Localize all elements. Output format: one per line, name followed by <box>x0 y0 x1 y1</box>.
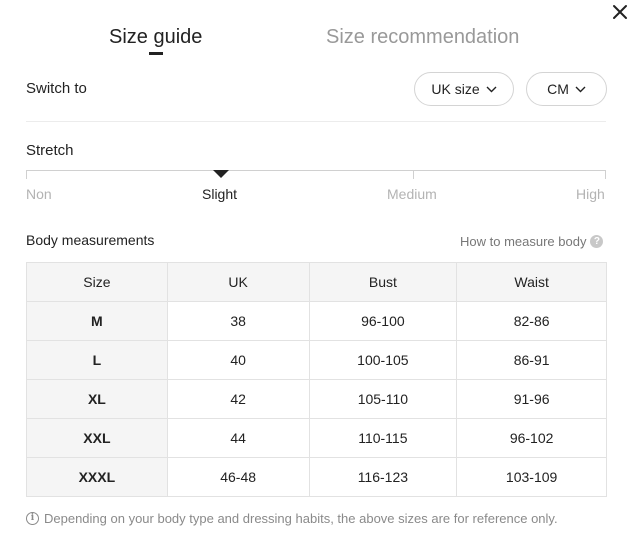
size-cell: L <box>26 340 168 380</box>
waist-cell: 82-86 <box>456 301 607 341</box>
uk-cell: 38 <box>166 301 310 341</box>
question-icon: ? <box>590 235 604 248</box>
how-to-measure-link[interactable]: How to measure body ? <box>460 234 604 249</box>
switch-to-label: Switch to <box>26 80 87 97</box>
table-row: L 40 100-105 86-91 <box>26 340 607 380</box>
header-waist: Waist <box>456 262 607 302</box>
stretch-pointer <box>213 170 229 178</box>
stretch-level-medium: Medium <box>387 186 437 202</box>
size-cell: M <box>26 301 168 341</box>
waist-cell: 91-96 <box>456 379 607 419</box>
table-row: XXXL 46-48 116-123 103-109 <box>26 457 607 497</box>
table-header-row: Size UK Bust Waist <box>26 262 607 302</box>
waist-cell: 96-102 <box>456 418 607 458</box>
body-measurements-title: Body measurements <box>26 232 155 248</box>
how-to-measure-label: How to measure body <box>460 234 587 249</box>
bust-cell: 116-123 <box>308 457 458 497</box>
unit-value: CM <box>547 81 569 97</box>
divider <box>26 121 606 122</box>
uk-cell: 42 <box>166 379 310 419</box>
uk-cell: 46-48 <box>166 457 310 497</box>
chevron-down-icon <box>575 86 586 92</box>
header-size: Size <box>26 262 168 302</box>
uk-cell: 44 <box>166 418 310 458</box>
reference-note-text: Depending on your body type and dressing… <box>44 511 558 526</box>
size-cell: XXL <box>26 418 168 458</box>
bust-cell: 105-110 <box>308 379 458 419</box>
size-table: Size UK Bust Waist M 38 96-100 82-86 L 4… <box>26 262 607 497</box>
table-row: XXL 44 110-115 96-102 <box>26 418 607 458</box>
stretch-level-high: High <box>576 186 605 202</box>
scale-line <box>26 170 606 171</box>
bust-cell: 100-105 <box>308 340 458 380</box>
chevron-down-icon <box>486 86 497 92</box>
stretch-level-slight: Slight <box>202 186 238 202</box>
stretch-title: Stretch <box>26 142 74 159</box>
size-cell: XL <box>26 379 168 419</box>
header-uk: UK <box>166 262 310 302</box>
tab-size-recommendation[interactable]: Size recommendation <box>326 24 519 50</box>
table-row: M 38 96-100 82-86 <box>26 301 607 341</box>
size-system-value: UK size <box>431 81 480 97</box>
info-icon: i <box>26 512 39 525</box>
unit-dropdown[interactable]: CM <box>526 72 607 106</box>
size-guide-dialog: Size guide Size recommendation Switch to… <box>0 0 632 539</box>
header-bust: Bust <box>308 262 458 302</box>
stretch-level-non: Non <box>26 186 52 202</box>
active-tab-indicator <box>149 52 163 55</box>
tab-size-guide[interactable]: Size guide <box>109 24 202 50</box>
tab-bar: Size guide Size recommendation <box>0 24 632 58</box>
scale-tick <box>413 170 414 179</box>
stretch-scale: Non Slight Medium High <box>26 168 606 208</box>
uk-cell: 40 <box>166 340 310 380</box>
close-button[interactable] <box>608 0 632 24</box>
bust-cell: 96-100 <box>308 301 458 341</box>
reference-note: i Depending on your body type and dressi… <box>26 511 558 526</box>
scale-tick <box>605 170 606 179</box>
close-icon <box>613 5 627 19</box>
bust-cell: 110-115 <box>308 418 458 458</box>
table-row: XL 42 105-110 91-96 <box>26 379 607 419</box>
switch-row: Switch to UK size CM <box>26 72 607 106</box>
scale-tick <box>26 170 27 179</box>
size-cell: XXXL <box>26 457 168 497</box>
waist-cell: 103-109 <box>456 457 607 497</box>
waist-cell: 86-91 <box>456 340 607 380</box>
size-system-dropdown[interactable]: UK size <box>414 72 514 106</box>
